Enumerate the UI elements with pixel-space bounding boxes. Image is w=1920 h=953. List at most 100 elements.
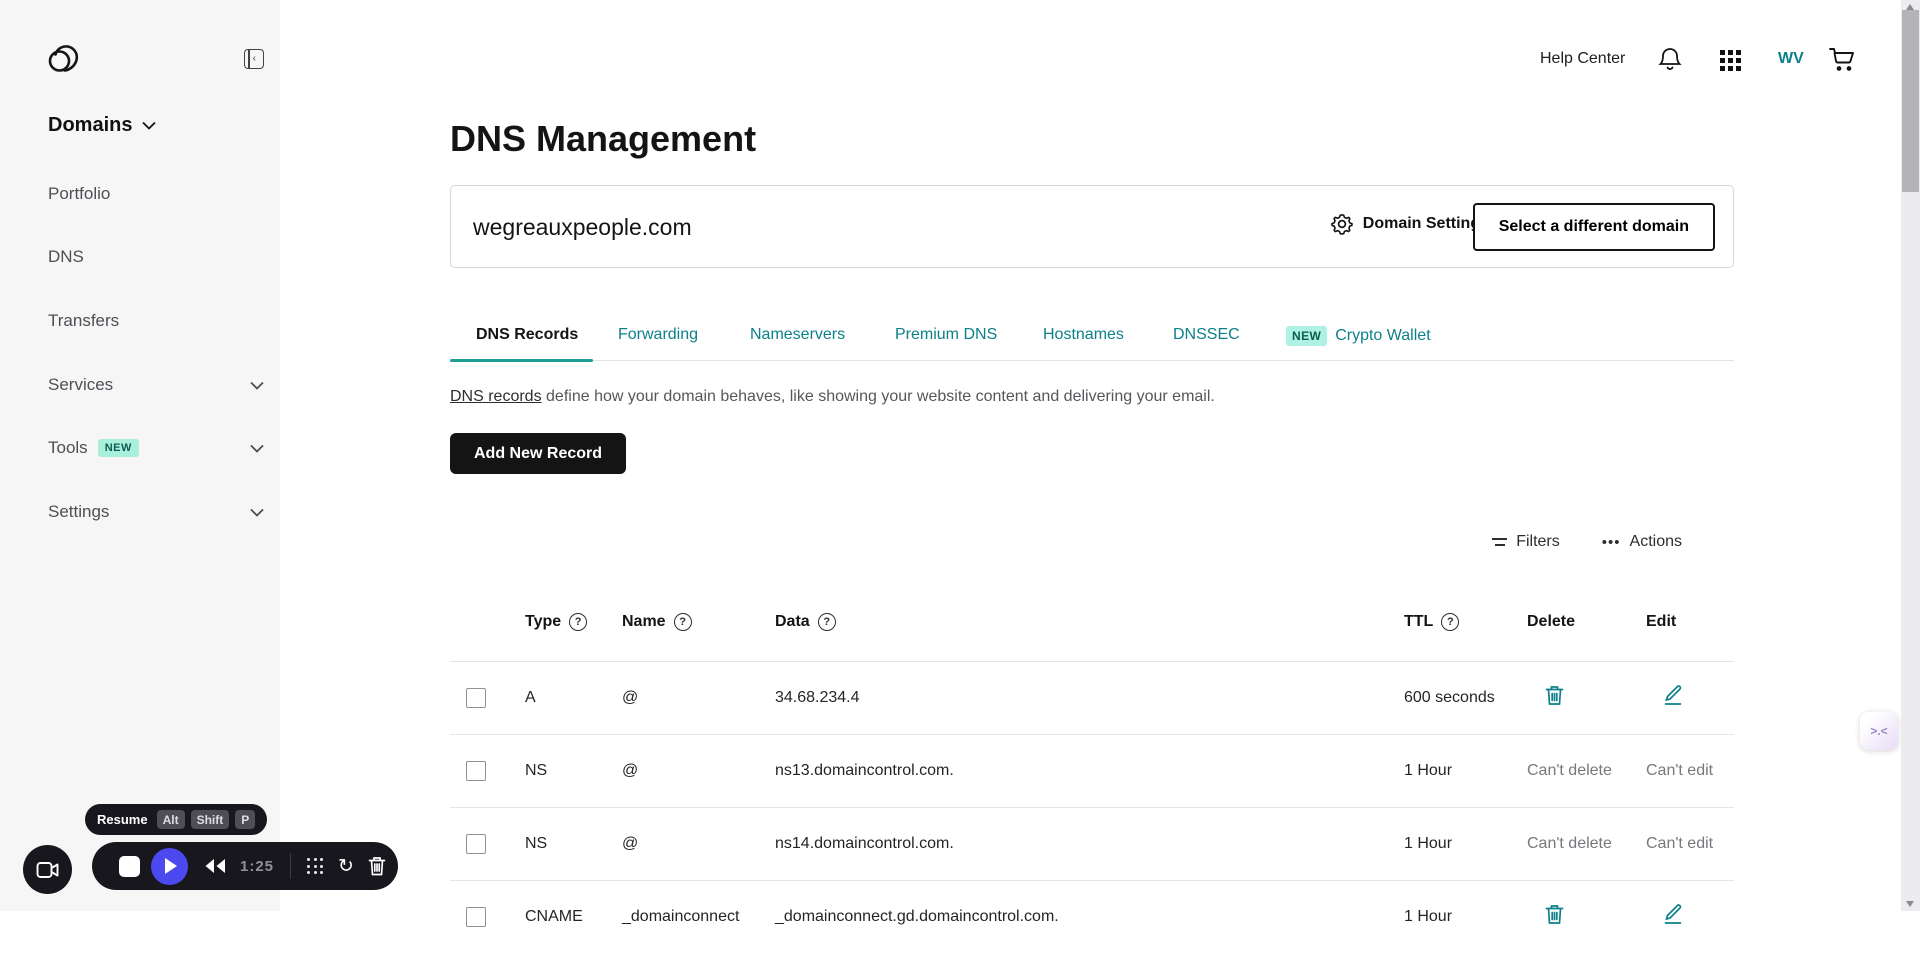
- gear-icon: [1330, 214, 1353, 235]
- tab-label: Forwarding: [618, 326, 699, 343]
- domain-settings-button[interactable]: Domain Settings: [1330, 212, 1489, 236]
- rewind-icon[interactable]: [203, 857, 227, 875]
- sidebar-item-settings[interactable]: Settings: [48, 502, 264, 522]
- tab-nameservers[interactable]: Nameservers: [750, 326, 845, 344]
- add-new-record-button[interactable]: Add New Record: [450, 433, 627, 474]
- sidebar-item-portfolio[interactable]: Portfolio: [48, 184, 264, 204]
- record-type: A: [525, 689, 536, 706]
- record-data: ns14.domaincontrol.com.: [775, 835, 954, 852]
- dns-description: DNS records define how your domain behav…: [450, 388, 1215, 406]
- edit-record-button[interactable]: [1663, 904, 1683, 931]
- cant-delete-label: Can't delete: [1527, 835, 1612, 852]
- collapse-chevron: ‹: [252, 53, 256, 64]
- main-content: DNS Management wegreauxpeople.com Domain…: [450, 0, 1734, 927]
- sidebar-item-transfers[interactable]: Transfers: [48, 311, 264, 331]
- user-avatar-initials[interactable]: WV: [1778, 50, 1804, 68]
- chevron-down-icon: [250, 444, 264, 453]
- stop-icon[interactable]: [119, 855, 140, 877]
- help-icon[interactable]: ?: [673, 613, 692, 631]
- column-header-delete: Delete: [1527, 613, 1576, 630]
- column-header-ttl: TTL ?: [1404, 613, 1460, 631]
- record-ttl: 1 Hour: [1404, 762, 1453, 779]
- filters-label: Filters: [1516, 533, 1560, 550]
- sidebar-item-tools[interactable]: Tools NEW: [48, 438, 264, 458]
- new-badge: NEW: [1286, 326, 1328, 346]
- dns-records-link[interactable]: DNS records: [450, 388, 542, 405]
- help-icon[interactable]: ?: [1441, 613, 1460, 631]
- sidebar-section-domains[interactable]: Domains: [48, 114, 157, 137]
- column-header-name: Name ?: [622, 613, 692, 631]
- actions-label: Actions: [1629, 533, 1682, 550]
- tab-label: Hostnames: [1043, 326, 1124, 343]
- trash-icon: [1545, 686, 1564, 705]
- list-toolbar: Filters ••• Actions: [1492, 533, 1682, 551]
- tab-premium-dns[interactable]: Premium DNS: [895, 326, 997, 344]
- restart-icon[interactable]: ↺: [338, 856, 354, 877]
- help-icon[interactable]: ?: [569, 613, 588, 631]
- domain-settings-label: Domain Settings: [1362, 215, 1489, 232]
- collapse-bar: [248, 50, 250, 68]
- select-different-domain-button[interactable]: Select a different domain: [1472, 203, 1715, 251]
- filter-icon: [1492, 538, 1508, 546]
- tab-dnssec[interactable]: DNSSEC: [1173, 326, 1240, 344]
- row-checkbox[interactable]: [466, 688, 486, 708]
- actions-button[interactable]: ••• Actions: [1602, 533, 1682, 551]
- record-type: NS: [525, 835, 548, 852]
- column-header-data: Data ?: [775, 613, 836, 631]
- record-data: 34.68.234.4: [775, 689, 860, 706]
- play-icon: [165, 858, 177, 874]
- browser-extension-widget[interactable]: >.<: [1860, 712, 1898, 750]
- column-header-edit: Edit: [1646, 613, 1677, 630]
- table-row: CNAME _domainconnect _domainconnect.gd.d…: [450, 880, 1734, 953]
- trash-icon[interactable]: [368, 856, 386, 877]
- cart-icon[interactable]: [1828, 46, 1856, 73]
- record-ttl: 1 Hour: [1404, 835, 1453, 852]
- help-icon[interactable]: ?: [817, 613, 836, 631]
- tab-hostnames[interactable]: Hostnames: [1043, 326, 1124, 344]
- tab-dns-records[interactable]: DNS Records: [476, 326, 578, 344]
- recording-timer: 1:25: [240, 857, 275, 875]
- record-type: NS: [525, 762, 548, 779]
- item-label: Portfolio: [48, 184, 111, 203]
- sidebar-collapse-icon[interactable]: ‹: [244, 49, 264, 69]
- table-row: A @ 34.68.234.4 600 seconds: [450, 661, 1734, 734]
- filters-button[interactable]: Filters: [1492, 533, 1560, 551]
- godaddy-logo[interactable]: [46, 42, 80, 76]
- dns-records-table: Type ? Name ? Data ? TTL ? Delete Edit A…: [450, 595, 1734, 953]
- row-checkbox[interactable]: [466, 907, 486, 927]
- recorder-tooltip: Resume Alt Shift P: [85, 804, 268, 835]
- scrollbar-thumb[interactable]: [1902, 10, 1919, 192]
- delete-record-button[interactable]: [1545, 685, 1564, 712]
- column-header-type: Type ?: [525, 613, 588, 631]
- table-row: NS @ ns14.domaincontrol.com. 1 Hour Can'…: [450, 807, 1734, 880]
- chevron-down-icon: [250, 508, 264, 517]
- item-label: Tools: [48, 438, 88, 457]
- page-title: DNS Management: [450, 118, 757, 159]
- pencil-icon: [1664, 685, 1682, 705]
- tab-label: Premium DNS: [895, 326, 998, 343]
- row-checkbox[interactable]: [466, 761, 486, 781]
- chevron-down-icon: [250, 381, 264, 390]
- tab-crypto-wallet[interactable]: NEW Crypto Wallet: [1286, 326, 1431, 346]
- cant-edit-label: Can't edit: [1646, 762, 1714, 779]
- drag-handle-icon[interactable]: [307, 858, 324, 874]
- play-button[interactable]: [151, 847, 188, 885]
- domains-label: Domains: [48, 114, 133, 136]
- tooltip-action-label: Resume: [97, 812, 148, 827]
- sidebar-item-services[interactable]: Services: [48, 375, 264, 395]
- delete-record-button[interactable]: [1545, 904, 1564, 931]
- record-data: ns13.domaincontrol.com.: [775, 762, 954, 779]
- scrollbar[interactable]: [1901, 0, 1920, 911]
- camera-bubble-button[interactable]: [23, 845, 72, 894]
- tab-label: DNSSEC: [1173, 326, 1240, 343]
- sidebar-item-dns[interactable]: DNS: [48, 247, 264, 267]
- key-badge-alt: Alt: [156, 810, 185, 829]
- scroll-down-arrow[interactable]: [1906, 901, 1914, 907]
- cant-delete-label: Can't delete: [1527, 762, 1612, 779]
- key-badge-p: P: [235, 810, 256, 829]
- tab-forwarding[interactable]: Forwarding: [618, 326, 698, 344]
- edit-record-button[interactable]: [1663, 685, 1683, 712]
- row-checkbox[interactable]: [466, 834, 486, 854]
- tab-label: Nameservers: [750, 326, 846, 343]
- item-label: DNS: [48, 247, 84, 266]
